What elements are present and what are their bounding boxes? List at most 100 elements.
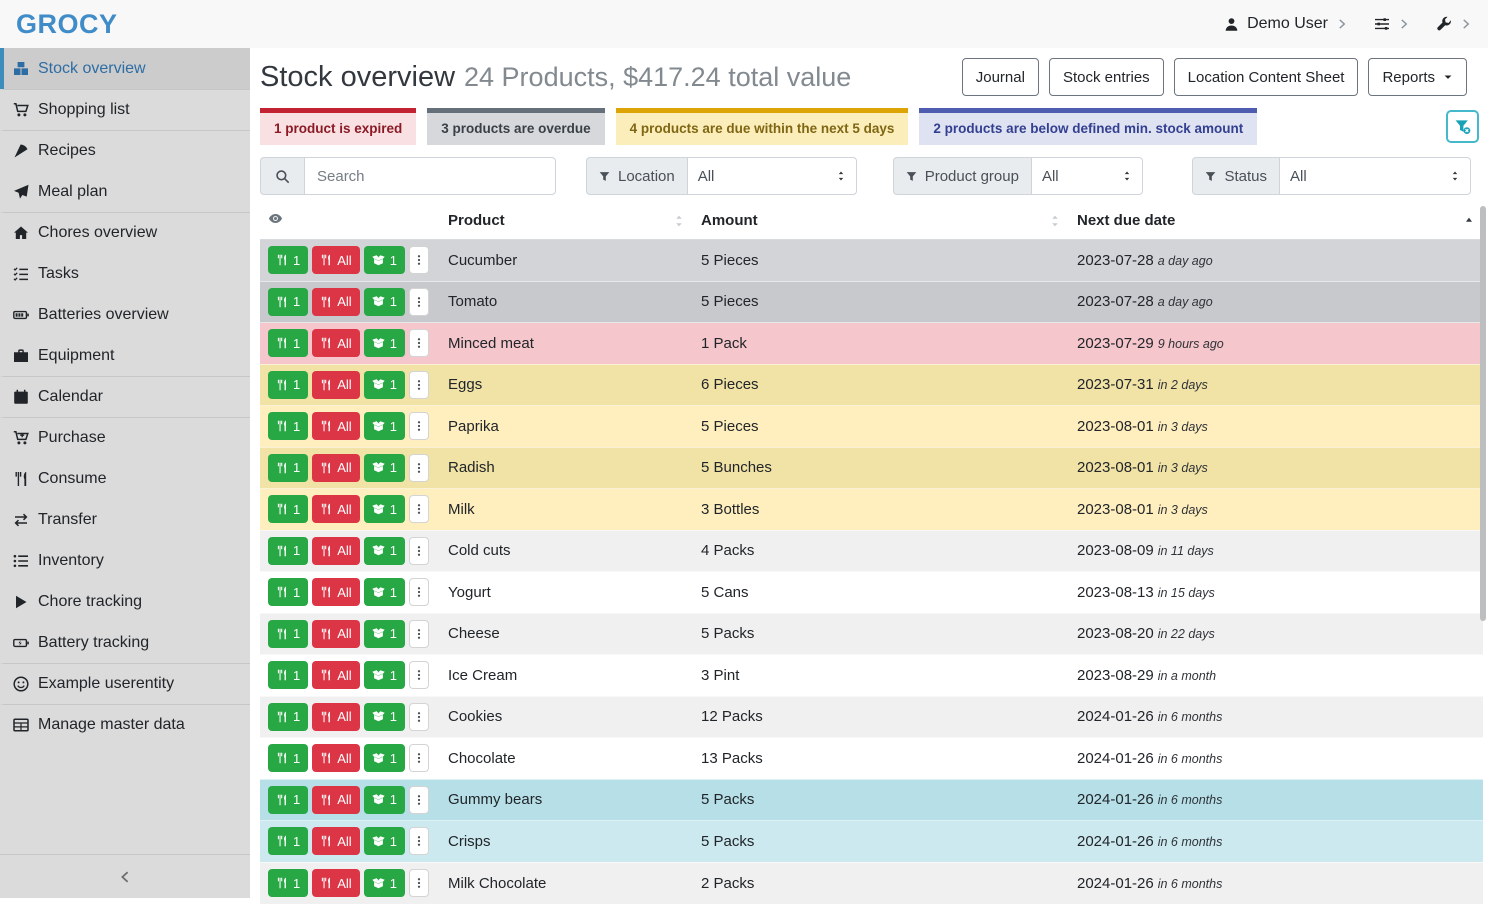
- open-one-button[interactable]: 1: [364, 703, 405, 731]
- open-one-button[interactable]: 1: [364, 412, 405, 440]
- consume-one-button[interactable]: 1: [268, 578, 308, 606]
- consume-one-button[interactable]: 1: [268, 620, 308, 648]
- consume-one-button[interactable]: 1: [268, 412, 308, 440]
- consume-all-button[interactable]: All: [312, 744, 359, 772]
- open-one-button[interactable]: 1: [364, 661, 405, 689]
- sidebar-item-manage-master-data[interactable]: Manage master data: [0, 704, 250, 745]
- consume-all-button[interactable]: All: [312, 454, 359, 482]
- row-menu-button[interactable]: [409, 578, 429, 606]
- sidebar-item-batteries-overview[interactable]: Batteries overview: [0, 294, 250, 335]
- sidebar-item-inventory[interactable]: Inventory: [0, 540, 250, 581]
- consume-one-button[interactable]: 1: [268, 537, 308, 565]
- sidebar-item-chores-overview[interactable]: Chores overview: [0, 212, 250, 253]
- row-menu-button[interactable]: [409, 620, 429, 648]
- consume-all-button[interactable]: All: [312, 661, 359, 689]
- product-column-header[interactable]: Product: [440, 207, 693, 240]
- row-menu-button[interactable]: [409, 246, 429, 274]
- open-one-button[interactable]: 1: [364, 537, 405, 565]
- consume-one-button[interactable]: 1: [268, 786, 308, 814]
- row-menu-button[interactable]: [409, 537, 429, 565]
- consume-all-button[interactable]: All: [312, 246, 359, 274]
- row-menu-button[interactable]: [409, 454, 429, 482]
- open-one-button[interactable]: 1: [364, 620, 405, 648]
- consume-all-button[interactable]: All: [312, 786, 359, 814]
- open-one-button[interactable]: 1: [364, 495, 405, 523]
- consume-all-button[interactable]: All: [312, 495, 359, 523]
- next-due-date-column-header[interactable]: Next due date: [1069, 207, 1483, 240]
- consume-all-button[interactable]: All: [312, 578, 359, 606]
- consume-all-button[interactable]: All: [312, 703, 359, 731]
- row-menu-button[interactable]: [409, 371, 429, 399]
- clear-filter-button[interactable]: [1446, 110, 1479, 143]
- row-menu-button[interactable]: [409, 744, 429, 772]
- open-one-button[interactable]: 1: [364, 329, 405, 357]
- location-content-sheet-button[interactable]: Location Content Sheet: [1174, 58, 1359, 96]
- banner-overdue[interactable]: 3 products are overdue: [427, 108, 604, 145]
- consume-one-button[interactable]: 1: [268, 661, 308, 689]
- consume-one-button[interactable]: 1: [268, 495, 308, 523]
- consume-one-button[interactable]: 1: [268, 703, 308, 731]
- sidebar-item-tasks[interactable]: Tasks: [0, 253, 250, 294]
- consume-all-button[interactable]: All: [312, 869, 359, 897]
- sidebar-item-equipment[interactable]: Equipment: [0, 335, 250, 376]
- sidebar-item-consume[interactable]: Consume: [0, 458, 250, 499]
- filter-select[interactable]: All: [1279, 157, 1471, 195]
- row-menu-button[interactable]: [409, 827, 429, 855]
- banner-expired[interactable]: 1 product is expired: [260, 108, 416, 145]
- settings-menu[interactable]: [1374, 16, 1410, 32]
- consume-all-button[interactable]: All: [312, 288, 359, 316]
- sidebar-item-purchase[interactable]: Purchase: [0, 417, 250, 458]
- search-input[interactable]: [304, 157, 556, 195]
- row-menu-button[interactable]: [409, 412, 429, 440]
- consume-all-button[interactable]: All: [312, 329, 359, 357]
- banner-below-min-stock[interactable]: 2 products are below defined min. stock …: [919, 108, 1257, 145]
- row-menu-button[interactable]: [409, 869, 429, 897]
- consume-one-button[interactable]: 1: [268, 869, 308, 897]
- sidebar-item-meal-plan[interactable]: Meal plan: [0, 171, 250, 212]
- consume-all-button[interactable]: All: [312, 371, 359, 399]
- open-one-button[interactable]: 1: [364, 288, 405, 316]
- consume-all-button[interactable]: All: [312, 620, 359, 648]
- sidebar-item-calendar[interactable]: Calendar: [0, 376, 250, 417]
- open-one-button[interactable]: 1: [364, 246, 405, 274]
- sidebar-item-chore-tracking[interactable]: Chore tracking: [0, 581, 250, 622]
- consume-one-button[interactable]: 1: [268, 329, 308, 357]
- consume-one-button[interactable]: 1: [268, 454, 308, 482]
- open-one-button[interactable]: 1: [364, 786, 405, 814]
- consume-all-button[interactable]: All: [312, 827, 359, 855]
- stock-entries-button[interactable]: Stock entries: [1049, 58, 1164, 96]
- sidebar-collapse-button[interactable]: [0, 854, 250, 898]
- row-menu-button[interactable]: [409, 329, 429, 357]
- banner-due-soon[interactable]: 4 products are due within the next 5 day…: [616, 108, 909, 145]
- reports-button[interactable]: Reports: [1368, 58, 1467, 96]
- amount-column-header[interactable]: Amount: [693, 207, 1069, 240]
- open-one-button[interactable]: 1: [364, 371, 405, 399]
- sidebar-item-shopping-list[interactable]: Shopping list: [0, 89, 250, 130]
- consume-one-button[interactable]: 1: [268, 288, 308, 316]
- sidebar-item-battery-tracking[interactable]: Battery tracking: [0, 622, 250, 663]
- filter-select[interactable]: All: [687, 157, 857, 195]
- open-one-button[interactable]: 1: [364, 869, 405, 897]
- open-one-button[interactable]: 1: [364, 578, 405, 606]
- open-one-button[interactable]: 1: [364, 744, 405, 772]
- scrollbar-thumb[interactable]: [1480, 206, 1486, 621]
- consume-one-button[interactable]: 1: [268, 246, 308, 274]
- row-menu-button[interactable]: [409, 495, 429, 523]
- sidebar-item-recipes[interactable]: Recipes: [0, 130, 250, 171]
- row-menu-button[interactable]: [409, 288, 429, 316]
- row-menu-button[interactable]: [409, 786, 429, 814]
- sidebar-item-example-userentity[interactable]: Example userentity: [0, 663, 250, 704]
- consume-one-button[interactable]: 1: [268, 827, 308, 855]
- consume-all-button[interactable]: All: [312, 537, 359, 565]
- filter-select[interactable]: All: [1031, 157, 1143, 195]
- row-menu-button[interactable]: [409, 661, 429, 689]
- sidebar-item-transfer[interactable]: Transfer: [0, 499, 250, 540]
- user-menu[interactable]: Demo User: [1224, 15, 1348, 33]
- journal-button[interactable]: Journal: [962, 58, 1039, 96]
- consume-all-button[interactable]: All: [312, 412, 359, 440]
- consume-one-button[interactable]: 1: [268, 744, 308, 772]
- open-one-button[interactable]: 1: [364, 827, 405, 855]
- row-menu-button[interactable]: [409, 703, 429, 731]
- open-one-button[interactable]: 1: [364, 454, 405, 482]
- sidebar-item-stock-overview[interactable]: Stock overview: [0, 48, 250, 89]
